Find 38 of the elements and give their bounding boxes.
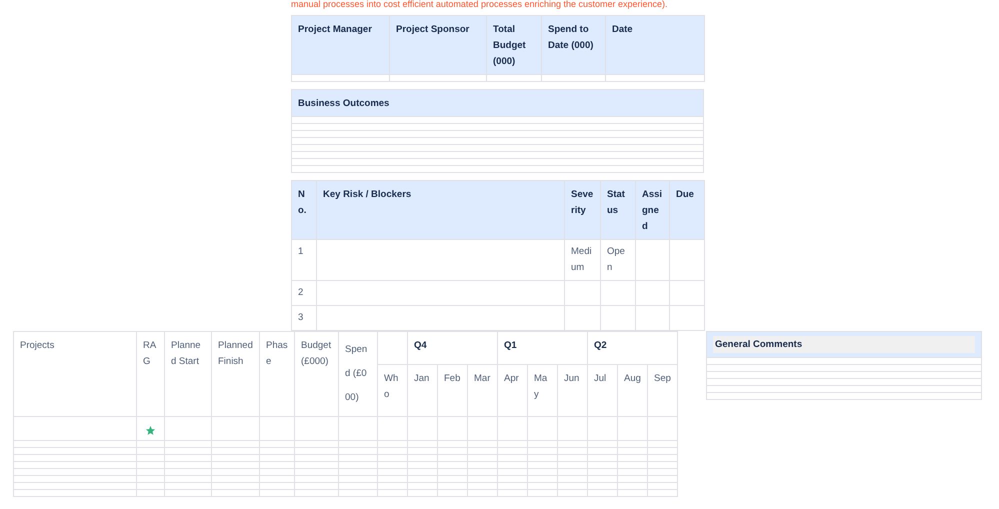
intro-text: manual processes into cost efficient automated processes enriching the customer experience).: [291, 0, 669, 8]
column-header: Apr: [498, 364, 528, 416]
column-header: Status: [600, 180, 636, 240]
column-header: Planned Start: [164, 332, 212, 416]
column-header: Budget (£000): [294, 332, 338, 416]
column-header: Severity: [564, 180, 600, 240]
column-header: No.: [292, 180, 316, 240]
column-header: Spend to Date (000): [542, 16, 606, 74]
column-header: Aug: [618, 364, 648, 416]
column-header: Total Budget (000): [486, 16, 542, 74]
column-header: Feb: [438, 364, 468, 416]
column-header: Assigned: [636, 180, 670, 240]
quarter-header: Q2: [588, 332, 678, 365]
column-header: Project Manager: [292, 16, 390, 74]
column-header: Jul: [588, 364, 618, 416]
column-header: Projects: [14, 332, 136, 416]
table-cell: Medium: [564, 240, 600, 280]
column-header: Due: [670, 180, 704, 240]
quarter-header: Q1: [498, 332, 588, 365]
column-header: Spend (£000): [338, 332, 378, 416]
table-cell: 2: [292, 280, 316, 306]
column-header: Sep: [648, 364, 678, 416]
table-cell: Open: [600, 240, 636, 280]
column-header: May: [528, 364, 558, 416]
column-header: Key Risk / Blockers: [316, 180, 564, 240]
column-header: RAG: [136, 332, 164, 416]
column-header: Who: [378, 364, 408, 416]
column-header: Planned Finish: [212, 332, 260, 416]
quarter-header: Q4: [408, 332, 498, 365]
column-header: Phase: [260, 332, 294, 416]
column-header: Business Outcomes: [292, 90, 704, 116]
column-header: Project Sponsor: [390, 16, 486, 74]
column-header: Date: [606, 16, 704, 74]
column-header: Jun: [558, 364, 588, 416]
column-header: General Comments: [713, 336, 975, 353]
table-cell: 1: [292, 240, 316, 280]
column-header: Mar: [468, 364, 498, 416]
column-header: Jan: [408, 364, 438, 416]
